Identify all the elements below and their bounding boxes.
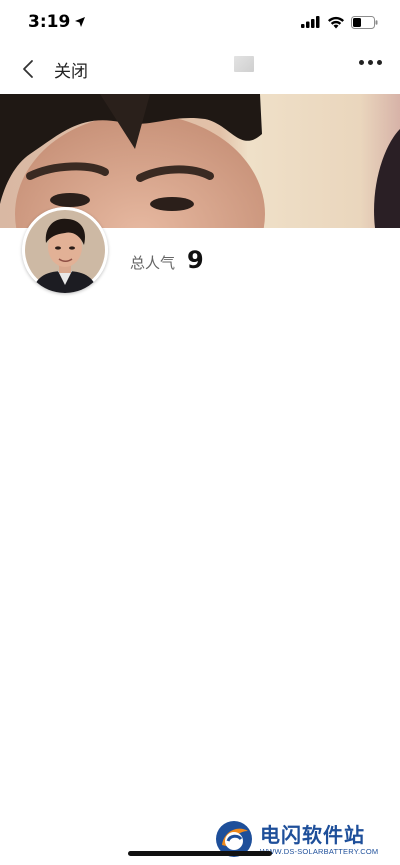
nav-bar: 关闭 xyxy=(0,44,400,94)
back-button[interactable] xyxy=(16,54,40,84)
battery-icon xyxy=(351,15,378,29)
status-time-group: 3:19 xyxy=(28,12,86,32)
close-button[interactable]: 关闭 xyxy=(54,57,88,82)
page-title-placeholder xyxy=(234,56,254,72)
screen: 3:19 关闭 总人气 9 电闪软件站 WWW.DS-SOLARBATTERY.… xyxy=(0,0,400,865)
cellular-signal-icon xyxy=(301,16,320,28)
more-dot-icon xyxy=(368,60,373,65)
watermark-text: 电闪软件站 WWW.DS-SOLARBATTERY.COM xyxy=(260,823,378,856)
popularity-value: 9 xyxy=(187,246,204,274)
popularity-label: 总人气 xyxy=(130,254,176,272)
location-arrow-icon xyxy=(75,17,86,27)
home-indicator[interactable] xyxy=(128,851,272,856)
avatar-photo xyxy=(22,207,108,293)
chevron-left-icon xyxy=(23,60,33,78)
watermark-url: WWW.DS-SOLARBATTERY.COM xyxy=(260,846,379,856)
popularity-stat: 总人气 9 xyxy=(130,246,204,274)
more-dot-icon xyxy=(359,60,364,65)
status-icons xyxy=(301,15,378,29)
watermark-title: 电闪软件站 xyxy=(260,822,365,847)
status-time: 3:19 xyxy=(28,12,71,32)
wifi-icon xyxy=(328,16,344,28)
avatar[interactable] xyxy=(22,207,108,293)
more-options-button[interactable] xyxy=(359,60,382,65)
more-dot-icon xyxy=(377,60,382,65)
status-bar: 3:19 xyxy=(0,0,400,44)
